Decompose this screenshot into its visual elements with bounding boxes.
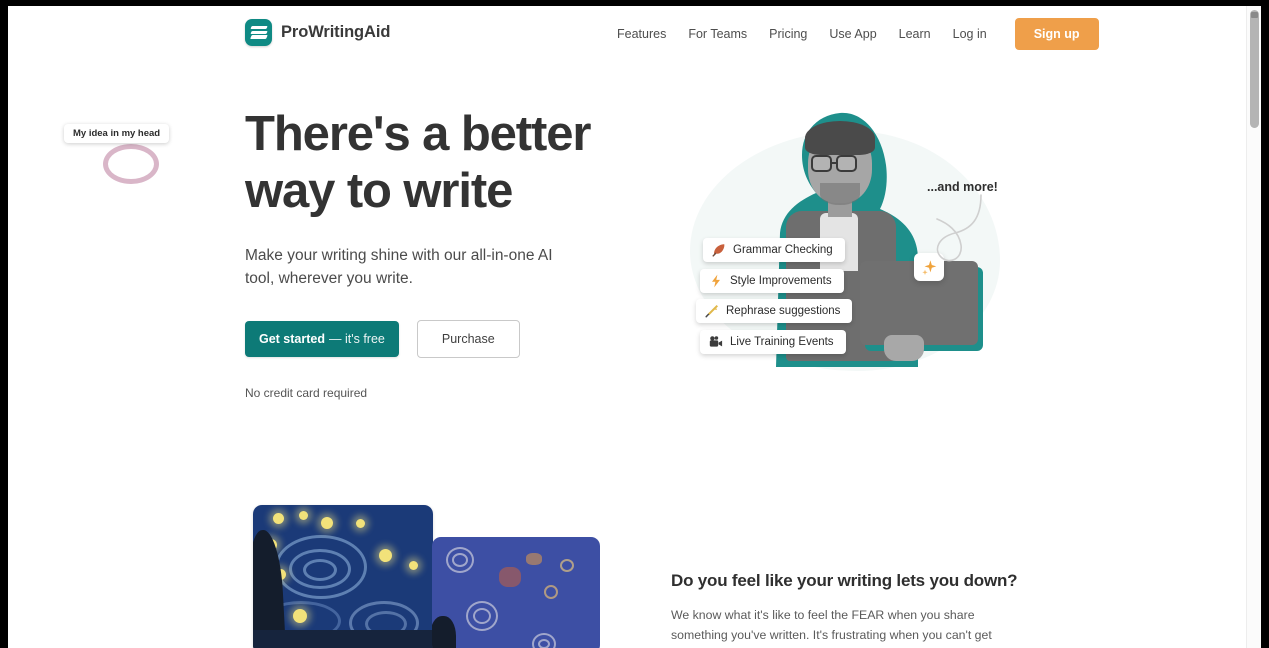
site-header: ProWritingAid Features For Teams Pricing… bbox=[8, 6, 1246, 62]
no-credit-card-note: No credit card required bbox=[245, 386, 368, 400]
feather-pen-icon bbox=[712, 244, 725, 257]
feature-pill-label: Live Training Events bbox=[730, 336, 834, 348]
feature-pill-label: Style Improvements bbox=[730, 275, 832, 287]
purchase-button[interactable]: Purchase bbox=[416, 320, 520, 358]
hero-title-line-1: There's a better bbox=[245, 107, 591, 161]
page-title: There's a better way to write bbox=[245, 106, 605, 220]
nav-link-learn[interactable]: Learn bbox=[888, 27, 942, 41]
feature-pill-style-improvements: Style Improvements bbox=[700, 269, 844, 293]
blue-paper-image bbox=[432, 537, 600, 648]
image-caption-idea-in-head: My idea in my head bbox=[64, 124, 170, 143]
hero-title-line-2: way to write bbox=[245, 164, 513, 218]
sign-up-button[interactable]: Sign up bbox=[1014, 18, 1099, 50]
feature-pill-rephrase-suggestions: Rephrase suggestions bbox=[696, 299, 853, 323]
vertical-scrollbar[interactable] bbox=[1246, 6, 1261, 648]
scrollbar-up-arrow-icon[interactable] bbox=[1251, 12, 1258, 18]
feature-pill-live-training-events: Live Training Events bbox=[700, 330, 846, 354]
hero-subtitle: Make your writing shine with our all-in-… bbox=[245, 247, 553, 287]
magic-wand-icon bbox=[705, 305, 718, 318]
section-writing-lets-you-down: Do you feel like your writing lets you d… bbox=[671, 571, 1018, 648]
section-body: We know what it's like to feel the FEAR … bbox=[671, 608, 992, 648]
nav-link-log-in[interactable]: Log in bbox=[942, 27, 998, 41]
brand-name: ProWritingAid bbox=[281, 23, 391, 41]
nav-link-for-teams[interactable]: For Teams bbox=[677, 27, 758, 41]
get-started-button[interactable]: Get started — it's free bbox=[245, 321, 399, 357]
hero-copy: There's a better way to write Make your … bbox=[245, 106, 605, 400]
video-camera-icon bbox=[709, 336, 723, 347]
page-content: ProWritingAid Features For Teams Pricing… bbox=[8, 6, 1246, 648]
brand-logo-link[interactable]: ProWritingAid bbox=[245, 19, 390, 46]
nav-link-use-app[interactable]: Use App bbox=[818, 27, 887, 41]
lightning-bolt-icon bbox=[712, 274, 720, 288]
feature-pill-label: Grammar Checking bbox=[733, 244, 833, 256]
feature-pill-grammar-checking: Grammar Checking bbox=[703, 238, 845, 262]
get-started-label: Get started bbox=[259, 332, 325, 346]
village-silhouette bbox=[253, 630, 433, 648]
feature-pill-list: Grammar Checking Style Improvements Reph… bbox=[668, 101, 1038, 401]
hero-illustration: ...and more! Grammar Checking Style Impr… bbox=[668, 101, 1038, 401]
browser-viewport: ProWritingAid Features For Teams Pricing… bbox=[8, 6, 1261, 648]
nav-link-features[interactable]: Features bbox=[606, 27, 677, 41]
scrollbar-thumb[interactable] bbox=[1250, 10, 1259, 128]
book-pages-icon bbox=[245, 19, 272, 46]
feature-pill-label: Rephrase suggestions bbox=[726, 305, 841, 317]
nav-link-pricing[interactable]: Pricing bbox=[758, 27, 818, 41]
circle-accent-shape bbox=[103, 144, 159, 184]
main-navigation: Features For Teams Pricing Use App Learn… bbox=[606, 6, 1099, 62]
hero-cta-group: Get started — it's free Purchase bbox=[245, 320, 605, 358]
section-title: Do you feel like your writing lets you d… bbox=[671, 571, 1018, 590]
starry-night-image bbox=[253, 505, 433, 648]
get-started-sublabel: — it's free bbox=[329, 332, 385, 346]
